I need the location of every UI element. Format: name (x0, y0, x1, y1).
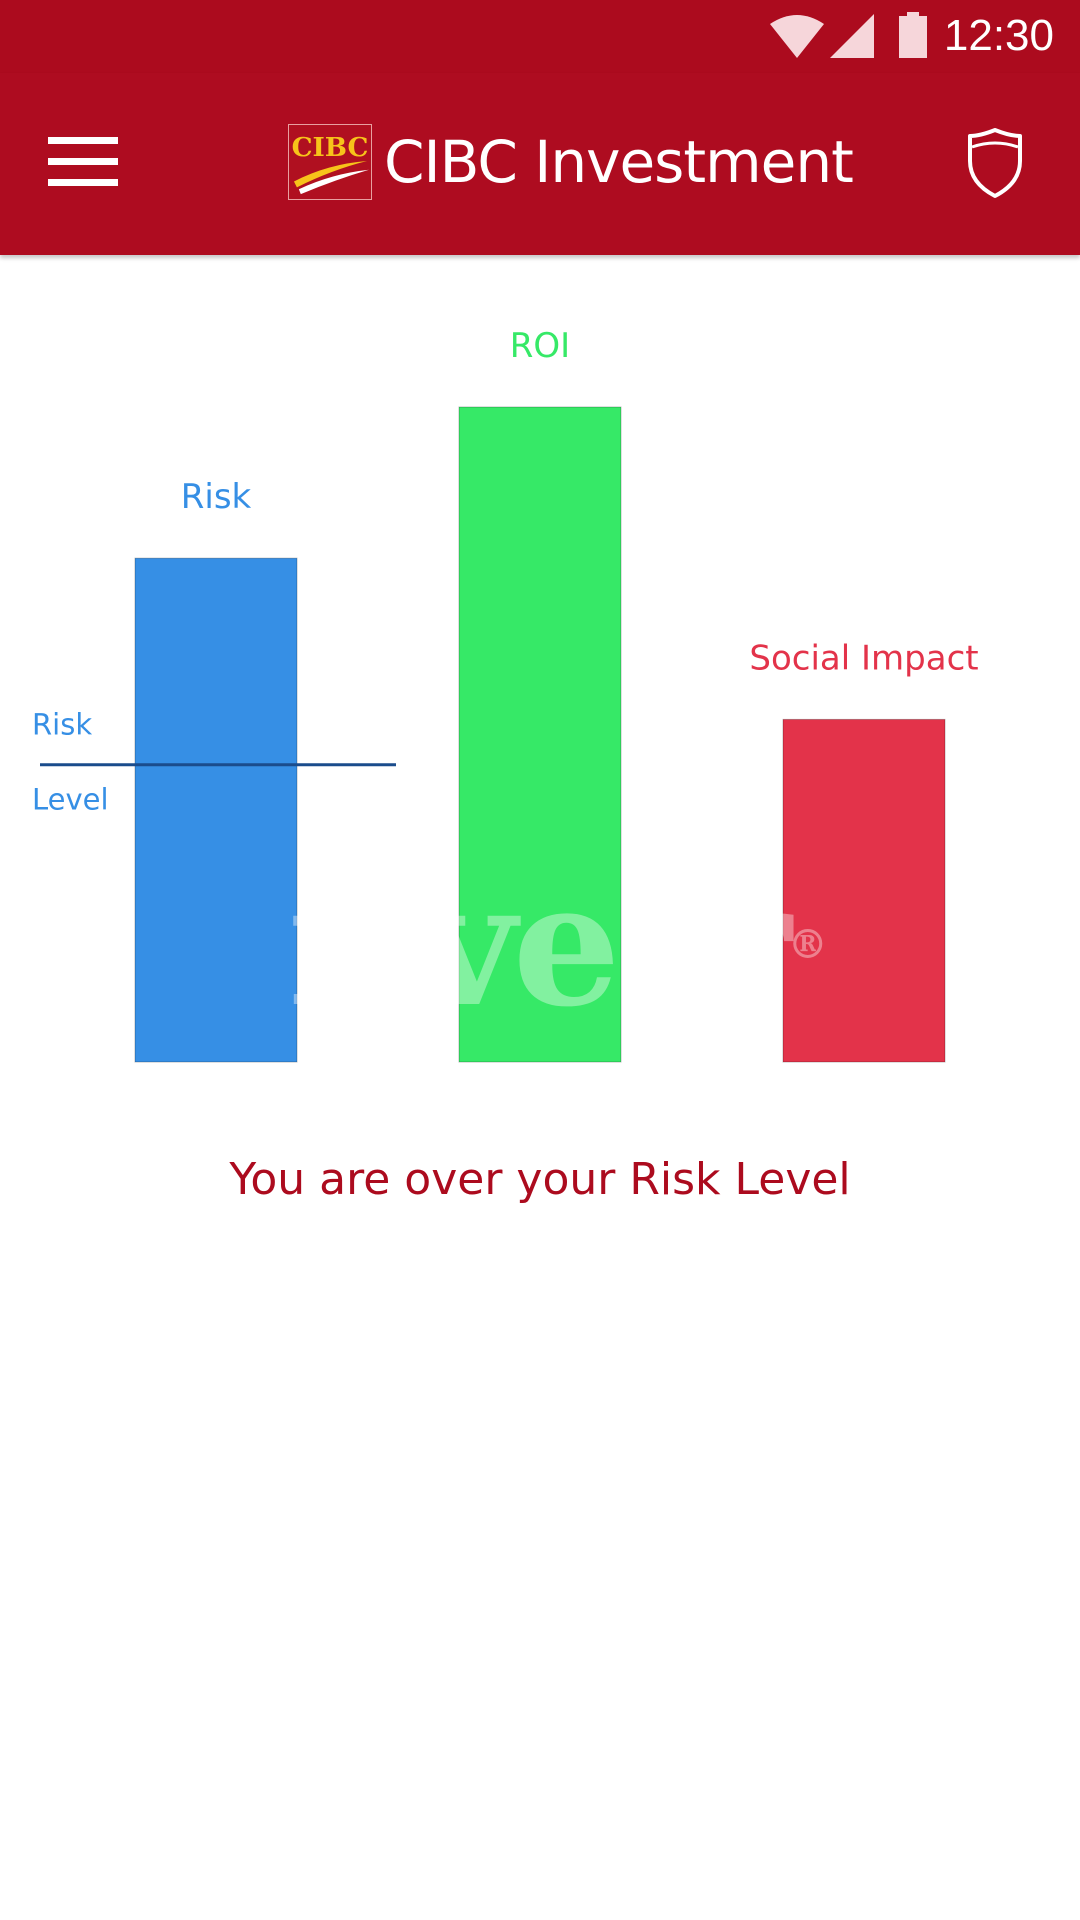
cibc-logo: CIBC (288, 124, 372, 200)
cellular-signal-icon (830, 14, 874, 58)
wifi-icon (770, 15, 824, 58)
risk-level-label-bottom: Level (32, 783, 109, 817)
bar-label-social-impact: Social Impact (749, 638, 978, 678)
battery-icon (899, 12, 927, 58)
status-bar: 12:30 (0, 0, 1080, 73)
hamburger-menu-bar (48, 179, 118, 186)
svg-text:CIBC: CIBC (292, 132, 369, 163)
app-title: CIBC Investment (384, 128, 854, 196)
risk-warning-message: You are over your Risk Level (229, 1154, 851, 1205)
watermark-mark: ® (787, 921, 828, 968)
watermark-text: fiverr (288, 845, 792, 1045)
hamburger-menu-icon (48, 137, 118, 144)
risk-level-label-top: Risk (32, 708, 92, 742)
menu-button[interactable] (48, 137, 120, 187)
app-bar: CIBC CIBC Investment (0, 73, 1080, 255)
status-time: 12:30 (943, 11, 1054, 60)
shield-icon (968, 128, 1022, 198)
bar-label-roi: ROI (510, 326, 570, 366)
app-brand: CIBC CIBC Investment (288, 123, 854, 201)
bar-risk (134, 557, 298, 1063)
fiverr-watermark: fiverr® (288, 860, 828, 1030)
bar-label-risk: Risk (181, 477, 252, 517)
hamburger-menu-bar (48, 158, 118, 165)
security-button[interactable] (966, 127, 1024, 199)
